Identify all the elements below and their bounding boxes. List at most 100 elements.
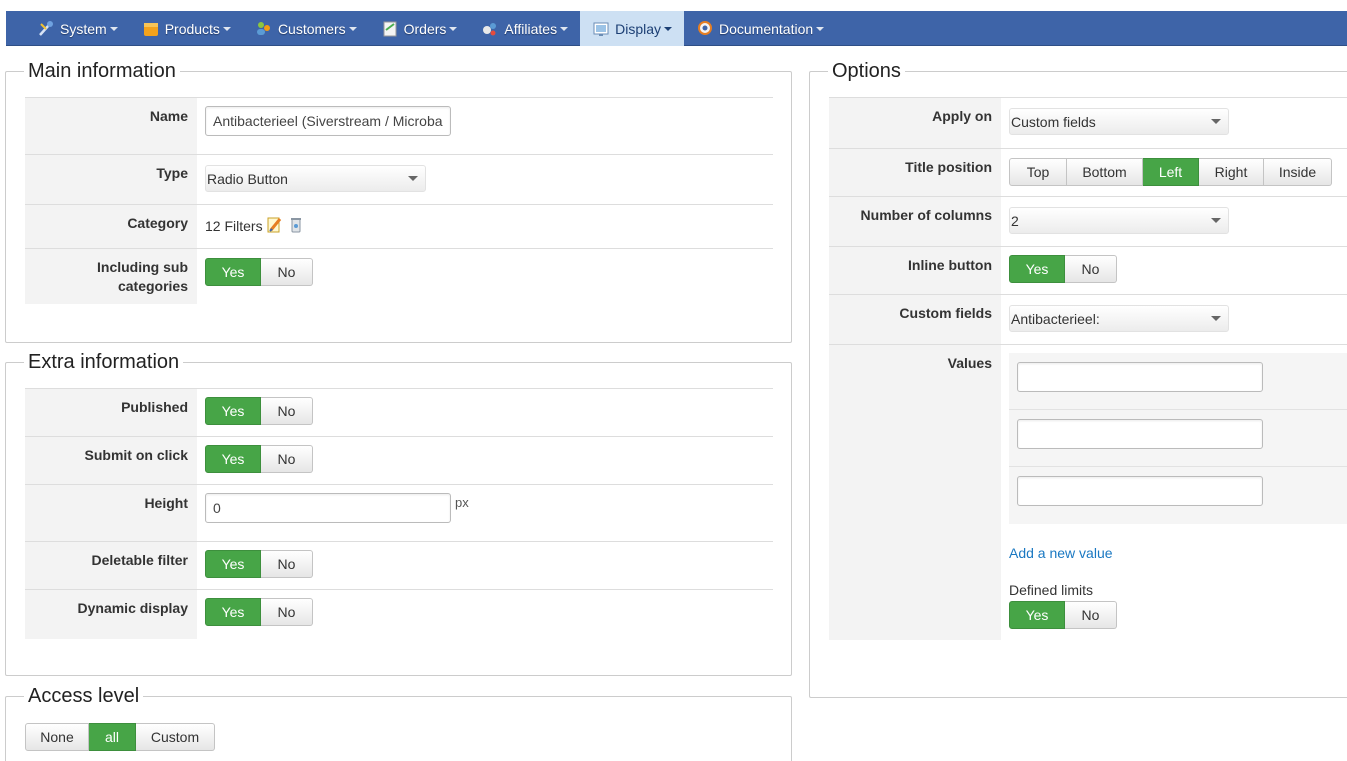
height-label: Height xyxy=(25,485,197,541)
chevron-down-icon xyxy=(1211,316,1221,321)
name-input[interactable] xyxy=(205,106,451,136)
type-label: Type xyxy=(25,155,197,204)
options-legend: Options xyxy=(828,59,905,83)
value-row xyxy=(1009,410,1347,467)
affiliates-icon xyxy=(483,22,497,35)
custom-fields-row: Custom fields Antibacterieel: xyxy=(829,294,1347,344)
value-input-3[interactable] xyxy=(1017,476,1263,506)
nav-orders-label: Orders xyxy=(403,20,447,37)
users-icon xyxy=(256,21,270,35)
nav-display[interactable]: Display xyxy=(580,11,684,46)
dynamic-display-label: Dynamic display xyxy=(25,590,197,639)
title-position-toggle: Top Bottom Left Right Inside xyxy=(1009,158,1332,186)
title-position-label: Title position xyxy=(829,149,1001,196)
top-nav: System Products Customers Orders Affilia… xyxy=(6,11,1347,46)
defined-limits-yes-button[interactable]: Yes xyxy=(1009,601,1065,629)
value-row xyxy=(1009,353,1347,410)
inline-button-toggle: Yes No xyxy=(1009,255,1117,283)
type-select[interactable]: Radio Button xyxy=(205,165,426,192)
access-level-legend: Access level xyxy=(24,684,144,708)
inline-button-row: Inline button Yes No xyxy=(829,246,1347,294)
nav-products[interactable]: Products xyxy=(130,11,243,46)
nav-system-label: System xyxy=(60,20,107,37)
submit-on-click-toggle: Yes No xyxy=(205,445,313,473)
defined-limits-no-button[interactable]: No xyxy=(1065,601,1117,629)
nav-customers[interactable]: Customers xyxy=(243,11,369,46)
inline-button-label: Inline button xyxy=(829,247,1001,294)
add-new-value-link[interactable]: Add a new value xyxy=(1009,545,1113,561)
chevron-down-icon xyxy=(109,27,118,31)
access-all-button[interactable]: all xyxy=(89,723,136,751)
position-top-button[interactable]: Top xyxy=(1009,158,1067,186)
box-icon xyxy=(143,22,158,36)
main-information-panel: Main information Name Type Radio Button … xyxy=(5,59,792,343)
defined-limits-label: Defined limits xyxy=(1009,582,1094,598)
deletable-filter-toggle: Yes No xyxy=(205,550,313,578)
display-icon xyxy=(593,22,609,36)
orders-icon xyxy=(383,21,397,36)
category-label: Category xyxy=(25,205,197,248)
position-inside-button[interactable]: Inside xyxy=(1264,158,1332,186)
nav-products-label: Products xyxy=(164,20,220,37)
position-right-button[interactable]: Right xyxy=(1199,158,1264,186)
nav-customers-label: Customers xyxy=(277,20,346,37)
apply-on-label: Apply on xyxy=(829,98,1001,148)
number-of-columns-value: 2 xyxy=(1011,213,1019,229)
category-row: Category 12 Filters xyxy=(25,204,773,248)
value-input-2[interactable] xyxy=(1017,419,1263,449)
nav-system[interactable]: System xyxy=(6,11,130,46)
deletable-filter-label: Deletable filter xyxy=(25,542,197,589)
published-yes-button[interactable]: Yes xyxy=(205,397,261,425)
nav-affiliates-label: Affiliates xyxy=(504,20,558,37)
chevron-down-icon xyxy=(348,27,357,31)
published-toggle: Yes No xyxy=(205,397,313,425)
delete-icon[interactable] xyxy=(288,216,304,234)
chevron-down-icon xyxy=(449,27,458,31)
position-bottom-button[interactable]: Bottom xyxy=(1067,158,1143,186)
access-none-button[interactable]: None xyxy=(25,723,89,751)
extra-information-panel: Extra information Published Yes No Submi… xyxy=(5,350,792,676)
name-row: Name xyxy=(25,97,773,154)
value-input-1[interactable] xyxy=(1017,362,1263,392)
dynamic-display-yes-button[interactable]: Yes xyxy=(205,598,261,626)
number-of-columns-select[interactable]: 2 xyxy=(1009,207,1229,234)
deletable-filter-no-button[interactable]: No xyxy=(261,550,313,578)
include-sub-label-line1: Including sub xyxy=(97,259,188,275)
custom-fields-label: Custom fields xyxy=(829,295,1001,344)
extra-information-legend: Extra information xyxy=(24,350,184,374)
submit-on-click-no-button[interactable]: No xyxy=(261,445,313,473)
submit-on-click-label: Submit on click xyxy=(25,437,197,484)
options-panel: Options Apply on Custom fields Title pos… xyxy=(809,59,1347,698)
number-of-columns-label: Number of columns xyxy=(829,197,1001,246)
apply-on-row: Apply on Custom fields xyxy=(829,97,1347,148)
name-label: Name xyxy=(25,98,197,154)
value-row xyxy=(1009,467,1347,524)
nav-affiliates[interactable]: Affiliates xyxy=(469,11,580,46)
lifebuoy-icon xyxy=(698,20,712,35)
include-sub-yes-button[interactable]: Yes xyxy=(205,258,261,286)
include-sub-row: Including sub categories Yes No xyxy=(25,248,773,304)
include-sub-label-line2: categories xyxy=(117,278,188,294)
nav-display-label: Display xyxy=(615,20,661,37)
chevron-down-icon xyxy=(1211,119,1221,124)
dynamic-display-no-button[interactable]: No xyxy=(261,598,313,626)
inline-button-yes-button[interactable]: Yes xyxy=(1009,255,1065,283)
access-level-toggle: None all Custom xyxy=(25,723,215,751)
custom-fields-select[interactable]: Antibacterieel: xyxy=(1009,305,1229,332)
type-row: Type Radio Button xyxy=(25,154,773,204)
inline-button-no-button[interactable]: No xyxy=(1065,255,1117,283)
height-input[interactable] xyxy=(205,493,451,523)
edit-icon[interactable] xyxy=(266,216,284,234)
category-value: 12 Filters xyxy=(205,218,263,234)
values-table xyxy=(1009,353,1347,524)
apply-on-select[interactable]: Custom fields xyxy=(1009,108,1229,135)
apply-on-value: Custom fields xyxy=(1011,114,1096,130)
nav-orders[interactable]: Orders xyxy=(369,11,470,46)
nav-documentation[interactable]: Documentation xyxy=(684,11,836,46)
include-sub-no-button[interactable]: No xyxy=(261,258,313,286)
deletable-filter-yes-button[interactable]: Yes xyxy=(205,550,261,578)
published-no-button[interactable]: No xyxy=(261,397,313,425)
access-custom-button[interactable]: Custom xyxy=(136,723,215,751)
submit-on-click-yes-button[interactable]: Yes xyxy=(205,445,261,473)
position-left-button[interactable]: Left xyxy=(1143,158,1199,186)
